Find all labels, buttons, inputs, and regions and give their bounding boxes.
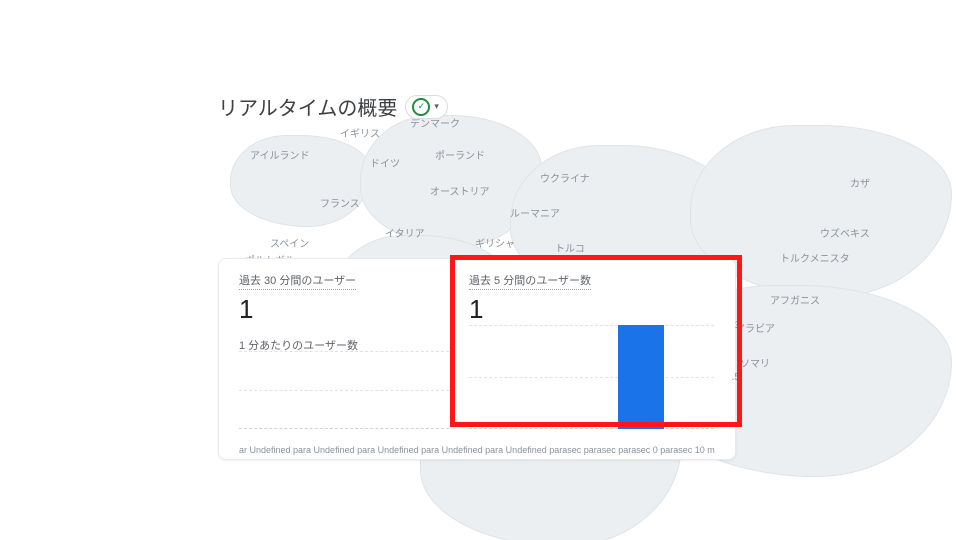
ytick-05: .5	[732, 372, 740, 383]
check-circle-icon: ✓	[412, 98, 430, 116]
page-title-row: リアルタイムの概要 ✓ ▾	[218, 92, 448, 121]
status-dropdown[interactable]: ✓ ▾	[405, 95, 448, 119]
users-5min-chart: 1 .5	[469, 325, 714, 429]
ytick-1: 1	[734, 320, 740, 331]
users-5min-label: 過去 5 分間のユーザー数	[469, 272, 591, 290]
map-label-greece: ギリシャ	[475, 235, 515, 250]
map-label-uzbekistan: ウズベキス	[820, 225, 870, 240]
users-30min-value: 1	[239, 294, 449, 325]
map-label-italy: イタリア	[385, 225, 425, 240]
realtime-users-card: 過去 30 分間のユーザー 1 1 分あたりのユーザー数 過去 5 分間のユーザ…	[218, 258, 736, 460]
map-label-afghanistan: アフガニス	[770, 292, 820, 307]
map-label-turkmenistan: トルクメニスタ	[780, 250, 850, 265]
map-label-austria: オーストリア	[430, 183, 490, 198]
map-label-kazakhstan: カザ	[850, 175, 870, 190]
users-30min-label: 過去 30 分間のユーザー	[239, 272, 356, 290]
card-footer-text: ar Undefined para Undefined para Undefin…	[239, 445, 715, 459]
map-label-france: フランス	[320, 195, 360, 210]
map-label-germany: ドイツ	[370, 155, 400, 170]
map-label-ukraine: ウクライナ	[540, 170, 590, 185]
chevron-down-icon: ▾	[434, 101, 439, 112]
map-label-turkey: トルコ	[555, 240, 585, 255]
users-last-30min-panel: 過去 30 分間のユーザー 1 1 分あたりのユーザー数	[239, 271, 449, 447]
users-5min-value: 1	[469, 294, 714, 325]
map-label-romania: ルーマニア	[510, 205, 560, 220]
map-label-spain: スペイン	[270, 235, 309, 250]
map-label-ireland: アイルランド	[250, 147, 310, 162]
map-label-uk: イギリス	[340, 125, 380, 140]
map-label-somalia: ソマリ	[740, 355, 770, 370]
map-label-poland: ポーランド	[435, 147, 485, 162]
users-per-minute-chart	[239, 351, 449, 429]
bar	[618, 325, 665, 429]
page-title: リアルタイムの概要	[218, 92, 397, 121]
users-last-5min-panel: 過去 5 分間のユーザー数 1 1 .5	[469, 271, 714, 447]
